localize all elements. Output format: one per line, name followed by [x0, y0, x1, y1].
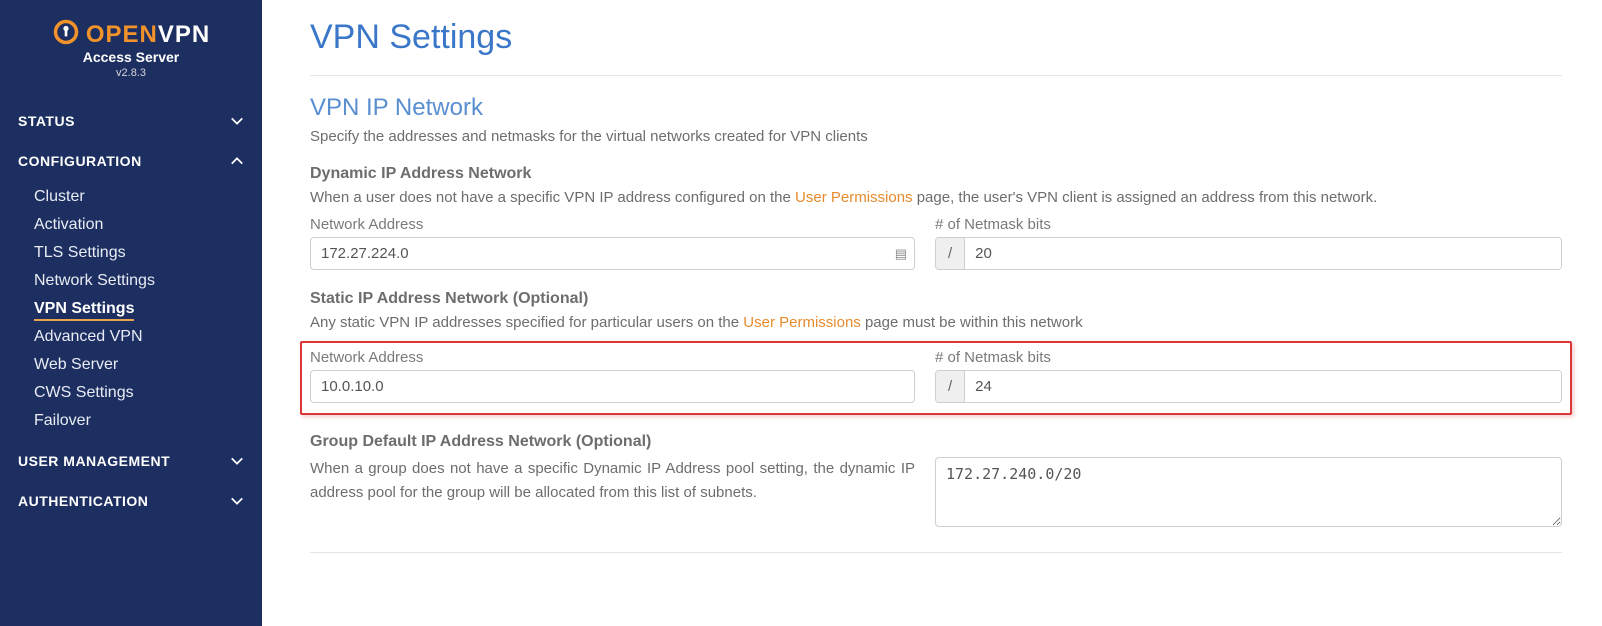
divider	[310, 75, 1562, 76]
openvpn-logo-icon	[52, 18, 80, 51]
sidebar-item-label: Network Settings	[34, 272, 155, 289]
brand-wordmark: OPENVPN	[86, 21, 210, 49]
dynamic-netmask-group: /	[935, 237, 1562, 270]
sidebar-item-activation[interactable]: Activation	[34, 211, 262, 239]
static-ip-title: Static IP Address Network (Optional)	[310, 290, 1562, 308]
sidebar-item-label: TLS Settings	[34, 244, 126, 261]
sidebar-item-cluster[interactable]: Cluster	[34, 183, 262, 211]
sidebar-item-label: Advanced VPN	[34, 328, 143, 345]
nav-config-items: Cluster Activation TLS Settings Network …	[0, 181, 262, 441]
dynamic-network-address-input[interactable]	[310, 237, 915, 270]
user-permissions-link[interactable]: User Permissions	[743, 314, 861, 331]
nav-section-configuration-label: CONFIGURATION	[18, 153, 142, 169]
sidebar-item-label: Web Server	[34, 356, 118, 373]
sidebar-item-failover[interactable]: Failover	[34, 407, 262, 435]
nav-section-user-management[interactable]: USER MANAGEMENT	[0, 441, 262, 481]
sidebar-item-label: Failover	[34, 412, 91, 429]
brand-logo: OPENVPN Access Server v2.8.3	[0, 10, 262, 93]
text: When a user does not have a specific VPN…	[310, 189, 795, 206]
chevron-down-icon	[230, 494, 244, 508]
brand-open: OPEN	[86, 21, 158, 48]
dynamic-network-address-label: Network Address	[310, 216, 915, 233]
chevron-up-icon	[230, 154, 244, 168]
chevron-down-icon	[230, 114, 244, 128]
slash-prefix: /	[936, 238, 965, 269]
sidebar-item-label: VPN Settings	[34, 300, 134, 321]
section-title: VPN IP Network	[310, 94, 1562, 122]
sidebar-item-label: CWS Settings	[34, 384, 134, 401]
brand-version: v2.8.3	[0, 67, 262, 79]
static-network-address-label: Network Address	[310, 349, 915, 366]
slash-prefix: /	[936, 371, 965, 402]
sidebar-item-vpn-settings[interactable]: VPN Settings	[34, 295, 262, 323]
sidebar-item-cws-settings[interactable]: CWS Settings	[34, 379, 262, 407]
group-default-block: Group Default IP Address Network (Option…	[310, 433, 1562, 532]
sidebar-nav: STATUS CONFIGURATION Cluster Activation …	[0, 101, 262, 521]
text: Any static VPN IP addresses specified fo…	[310, 314, 743, 331]
sidebar-item-tls-settings[interactable]: TLS Settings	[34, 239, 262, 267]
group-default-subnets-input[interactable]	[935, 457, 1562, 527]
static-netmask-label: # of Netmask bits	[935, 349, 1562, 366]
sidebar-item-label: Activation	[34, 216, 103, 233]
nav-section-authentication[interactable]: AUTHENTICATION	[0, 481, 262, 521]
brand-vpn: VPN	[158, 21, 210, 48]
nav-section-configuration[interactable]: CONFIGURATION	[0, 141, 262, 181]
static-ip-block: Static IP Address Network (Optional) Any…	[310, 290, 1562, 415]
static-ip-highlight: Network Address # of Netmask bits /	[300, 341, 1572, 415]
sidebar-item-advanced-vpn[interactable]: Advanced VPN	[34, 323, 262, 351]
text: page must be within this network	[861, 314, 1083, 331]
static-network-address-input[interactable]	[310, 370, 915, 403]
dynamic-ip-description: When a user does not have a specific VPN…	[310, 189, 1562, 206]
nav-section-status[interactable]: STATUS	[0, 101, 262, 141]
divider	[310, 552, 1562, 553]
text: page, the user's VPN client is assigned …	[913, 189, 1378, 206]
static-netmask-group: /	[935, 370, 1562, 403]
group-default-title: Group Default IP Address Network (Option…	[310, 433, 1562, 451]
sidebar: OPENVPN Access Server v2.8.3 STATUS CONF…	[0, 0, 262, 626]
sidebar-item-label: Cluster	[34, 188, 85, 205]
section-description: Specify the addresses and netmasks for t…	[310, 128, 1562, 145]
main-content: VPN Settings VPN IP Network Specify the …	[262, 0, 1602, 626]
nav-section-user-management-label: USER MANAGEMENT	[18, 453, 170, 469]
brand-subtitle: Access Server	[0, 49, 262, 65]
user-permissions-link[interactable]: User Permissions	[795, 189, 913, 206]
dynamic-netmask-label: # of Netmask bits	[935, 216, 1562, 233]
page-title: VPN Settings	[310, 18, 1562, 57]
dynamic-ip-title: Dynamic IP Address Network	[310, 165, 1562, 183]
sidebar-item-web-server[interactable]: Web Server	[34, 351, 262, 379]
static-netmask-input[interactable]	[965, 371, 1561, 402]
static-ip-description: Any static VPN IP addresses specified fo…	[310, 314, 1562, 331]
dynamic-ip-block: Dynamic IP Address Network When a user d…	[310, 165, 1562, 270]
chevron-down-icon	[230, 454, 244, 468]
nav-section-status-label: STATUS	[18, 113, 75, 129]
group-default-description: When a group does not have a specific Dy…	[310, 457, 915, 505]
nav-section-authentication-label: AUTHENTICATION	[18, 493, 148, 509]
dynamic-netmask-input[interactable]	[965, 238, 1561, 269]
sidebar-item-network-settings[interactable]: Network Settings	[34, 267, 262, 295]
